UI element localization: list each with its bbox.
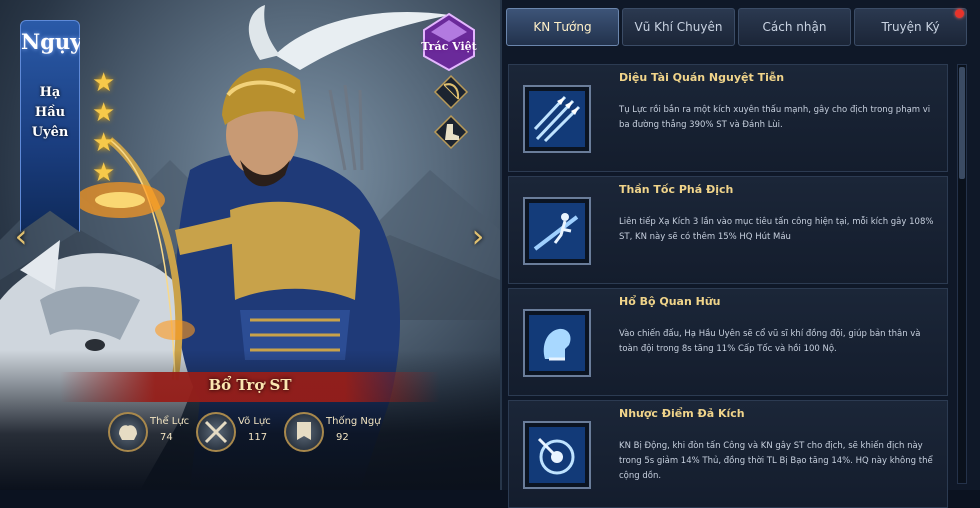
- skill-icon-frame: [523, 197, 591, 265]
- tab-biography[interactable]: Truyện Ký: [854, 8, 967, 46]
- hero-name-line: Uyên: [31, 125, 69, 140]
- skill-item[interactable]: Thần Tốc Phá Địch Liên tiếp Xạ Kích 3 lầ…: [508, 176, 948, 284]
- skill-name: Diệu Tài Quán Nguyệt Tiễn: [619, 71, 785, 84]
- hero-stats: Thể Lực 74 Võ Lực 117 Thống Ngự 92: [108, 410, 398, 460]
- tab-bar: KN Tướng Vũ Khí Chuyên Cách nhận Truyện …: [506, 8, 976, 48]
- skill-icon-frame: [523, 85, 591, 153]
- notification-dot-icon: [955, 9, 964, 18]
- skill-item[interactable]: Hổ Bộ Quan Hữu Vào chiến đấu, Hạ Hầu Uyê…: [508, 288, 948, 396]
- stat-command: Thống Ngự 92: [284, 410, 381, 460]
- skill-item[interactable]: Diệu Tài Quán Nguyệt Tiễn Tụ Lực rồi bắn…: [508, 64, 948, 172]
- hero-role: Bổ Trợ ST: [208, 376, 292, 394]
- skill-icon-frame: [523, 421, 591, 489]
- details-panel: KN Tướng Vũ Khí Chuyên Cách nhận Truyện …: [500, 0, 980, 508]
- banner-icon: [284, 412, 324, 452]
- fist-icon: [529, 315, 585, 371]
- faction-name: Ngụy: [21, 29, 83, 54]
- arrows-icon: [529, 91, 585, 147]
- tab-label: KN Tướng: [533, 20, 592, 34]
- rank-seal: Trác Việt: [419, 12, 479, 72]
- skill-description: Vào chiến đấu, Hạ Hầu Uyên sẽ cổ vũ sĩ k…: [619, 329, 921, 354]
- archer-icon: [529, 203, 585, 259]
- star-icon: ★: [92, 128, 116, 158]
- stat-value: 117: [248, 432, 268, 443]
- skill-description: KN Bị Động, khi đòn tấn Công và KN gây S…: [619, 441, 933, 481]
- previous-hero-button[interactable]: ‹: [10, 218, 32, 254]
- crossed-swords-icon: [196, 412, 236, 452]
- stat-label: Võ Lực: [238, 416, 271, 427]
- tab-label: Truyện Ký: [881, 20, 940, 34]
- hero-role-banner: Bổ Trợ ST: [60, 372, 440, 402]
- tab-label: Cách nhận: [762, 20, 827, 34]
- general-info-window: Ngụy Hạ Hầu Uyên ★ ★ ★ ★ ‹ › Trác Việt B…: [0, 0, 980, 508]
- stat-martial: Võ Lực 117: [196, 410, 291, 460]
- hero-name: Hạ Hầu Uyên: [21, 83, 79, 143]
- faction-banner: Ngụy Hạ Hầu Uyên: [20, 20, 80, 232]
- hero-portrait-panel: Ngụy Hạ Hầu Uyên ★ ★ ★ ★ ‹ › Trác Việt B…: [0, 0, 500, 490]
- skill-name: Hổ Bộ Quan Hữu: [619, 295, 721, 308]
- tab-label: Vũ Khí Chuyên: [634, 20, 723, 34]
- hero-name-line: Hạ: [39, 85, 61, 100]
- skill-name: Thần Tốc Phá Địch: [619, 183, 734, 196]
- hero-name-line: Hầu: [34, 105, 66, 120]
- stat-label: Thể Lực: [150, 416, 190, 427]
- skill-icon-frame: [523, 309, 591, 377]
- star-rating: ★ ★ ★ ★: [92, 70, 118, 190]
- star-icon: ★: [92, 158, 116, 188]
- scrollbar-thumb[interactable]: [959, 67, 965, 179]
- star-icon: ★: [92, 68, 116, 98]
- skill-name: Nhược Điểm Đả Kích: [619, 407, 745, 420]
- rank-seal-label: Trác Việt: [421, 40, 477, 53]
- stat-constitution: Thể Lực 74: [108, 410, 203, 460]
- tab-skills[interactable]: KN Tướng: [506, 8, 619, 46]
- skill-list: Diệu Tài Quán Nguyệt Tiễn Tụ Lực rồi bắn…: [508, 64, 948, 508]
- tab-how-to-obtain[interactable]: Cách nhận: [738, 8, 851, 46]
- stat-value: 74: [160, 432, 173, 443]
- target-icon: [529, 427, 585, 483]
- tab-exclusive-weapon[interactable]: Vũ Khí Chuyên: [622, 8, 735, 46]
- skill-list-scrollbar[interactable]: [957, 64, 967, 484]
- skill-item[interactable]: Nhược Điểm Đả Kích KN Bị Động, khi đòn t…: [508, 400, 948, 508]
- star-icon: ★: [92, 98, 116, 128]
- bow-icon[interactable]: [433, 74, 469, 110]
- stat-label: Thống Ngự: [326, 416, 381, 427]
- strength-icon: [108, 412, 148, 452]
- boot-icon[interactable]: [433, 114, 469, 150]
- next-hero-button[interactable]: ›: [467, 218, 489, 254]
- skill-description: Liên tiếp Xạ Kích 3 lần vào mục tiêu tấn…: [619, 217, 934, 242]
- stat-value: 92: [336, 432, 349, 443]
- skill-description: Tụ Lực rồi bắn ra một kích xuyên thấu mạ…: [619, 105, 931, 130]
